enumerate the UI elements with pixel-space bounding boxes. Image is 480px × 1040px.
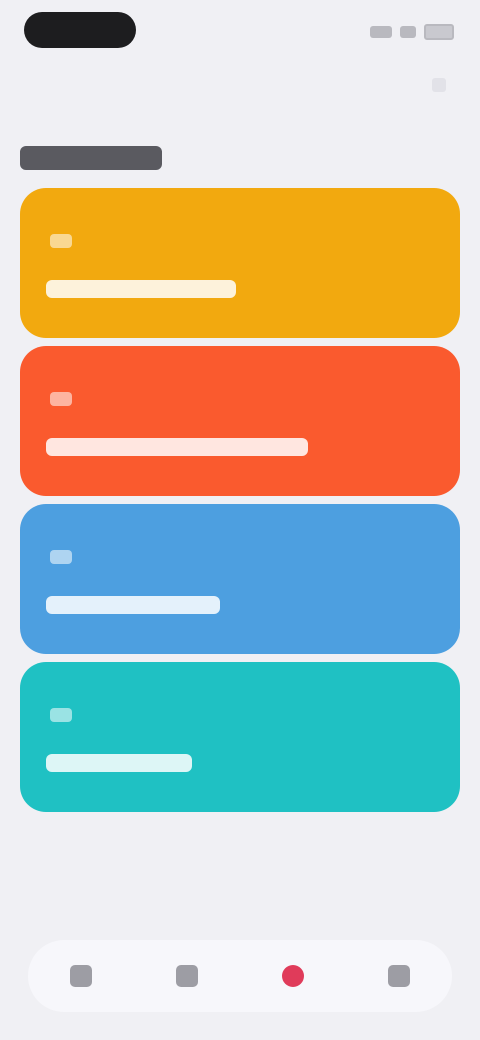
add-icon[interactable]: [432, 78, 446, 92]
status-icons: [370, 24, 454, 40]
card-list: [20, 188, 460, 820]
app-screen: [0, 0, 480, 1040]
card-blue[interactable]: [20, 504, 460, 654]
card-yellow[interactable]: [20, 188, 460, 338]
card-count: [50, 550, 72, 564]
battery-icon: [424, 24, 454, 40]
signal-icon: [370, 26, 392, 38]
tab-profile[interactable]: [369, 946, 429, 1006]
time-pill: [24, 12, 136, 48]
tab-home[interactable]: [51, 946, 111, 1006]
home-icon: [70, 965, 92, 987]
list-icon: [176, 965, 198, 987]
status-bar: [0, 0, 480, 64]
profile-icon: [388, 965, 410, 987]
tab-list[interactable]: [157, 946, 217, 1006]
card-count: [50, 392, 72, 406]
card-count: [50, 234, 72, 248]
wifi-icon: [400, 26, 416, 38]
card-label: [46, 754, 192, 772]
card-label: [46, 280, 236, 298]
page-title-text: [20, 146, 162, 170]
card-label: [46, 596, 220, 614]
heart-icon: [282, 965, 304, 987]
card-label: [46, 438, 308, 456]
card-teal[interactable]: [20, 662, 460, 812]
tab-favorites[interactable]: [263, 946, 323, 1006]
card-orange[interactable]: [20, 346, 460, 496]
tab-bar: [28, 940, 452, 1012]
card-count: [50, 708, 72, 722]
page-title: [20, 140, 170, 174]
